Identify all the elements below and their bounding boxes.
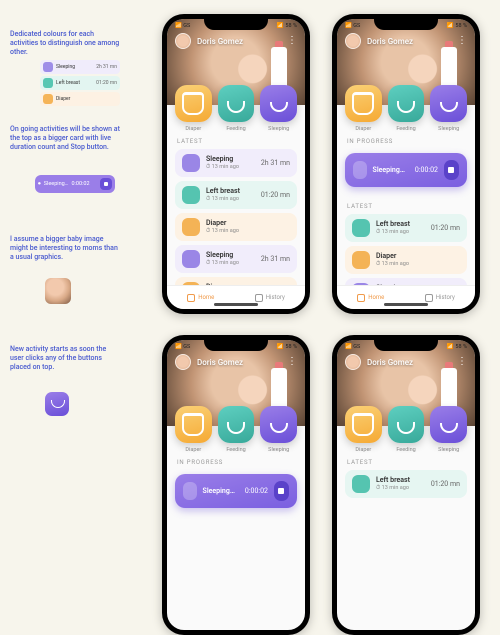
phone-mockup-d: 📶 GS 📶58 % Doris Gomez ⋮ Diaper Feeding … xyxy=(332,335,480,635)
menu-icon[interactable]: ⋮ xyxy=(457,36,467,46)
sleep-icon xyxy=(182,154,200,172)
live-activity-card[interactable]: Sleeping… 0:00:02 xyxy=(345,153,467,187)
menu-icon[interactable]: ⋮ xyxy=(287,357,297,367)
notch xyxy=(374,19,438,30)
feed-icon xyxy=(352,219,370,237)
action-sleeping-button[interactable]: Sleeping xyxy=(260,85,297,122)
action-sleeping-button[interactable]: Sleeping xyxy=(430,85,467,122)
action-diaper-button[interactable]: Diaper xyxy=(345,85,382,122)
annotation-colors-sample: Sleeping2h 31 mn Left breast01:20 mn Dia… xyxy=(40,60,120,108)
action-diaper-button[interactable]: Diaper xyxy=(175,406,212,443)
list-item[interactable]: Sleeping⏱ 13 min ago2h 31 mn xyxy=(175,149,297,177)
avatar[interactable] xyxy=(175,33,191,49)
avatar[interactable] xyxy=(345,33,361,49)
stop-button[interactable] xyxy=(274,481,289,501)
action-sleeping-button[interactable]: Sleeping xyxy=(260,406,297,443)
tab-home[interactable]: Home xyxy=(187,294,214,302)
diaper-icon xyxy=(352,251,370,269)
user-name: Doris Gomez xyxy=(367,37,413,46)
annotation-action-sample xyxy=(45,392,69,416)
stop-button[interactable] xyxy=(444,160,459,180)
annotation-new-activity: New activity starts as soon the user cli… xyxy=(10,345,120,372)
section-latest: LATEST xyxy=(337,187,475,214)
diaper-icon xyxy=(182,218,200,236)
list-item[interactable]: Sleeping⏱ 13 min ago2h 31 mn xyxy=(175,245,297,273)
action-feeding-button[interactable]: Feeding xyxy=(218,406,255,443)
avatar[interactable] xyxy=(175,354,191,370)
notch xyxy=(374,340,438,351)
sleep-icon xyxy=(183,482,197,500)
sleep-icon xyxy=(182,250,200,268)
home-indicator xyxy=(384,303,428,306)
phone-mockup-c: 📶 GS 📶58 % Doris Gomez ⋮ Diaper Feeding … xyxy=(162,335,310,635)
phone-mockup-inprogress: 📶 GS 📶58 % Doris Gomez ⋮ Diaper Feeding … xyxy=(332,14,480,314)
avatar[interactable] xyxy=(345,354,361,370)
annotation-baby-image: I assume a bigger baby image might be in… xyxy=(10,235,120,262)
menu-icon[interactable]: ⋮ xyxy=(457,357,467,367)
home-indicator xyxy=(214,303,258,306)
list-item[interactable]: Left breast⏱ 13 min ago01:20 mn xyxy=(175,181,297,209)
annotation-live-sample: ⏺Sleeping…0:00:02 xyxy=(35,175,115,193)
menu-icon[interactable]: ⋮ xyxy=(287,36,297,46)
feed-icon xyxy=(352,475,370,493)
annotation-colors: Dedicated colours for each activities to… xyxy=(10,30,120,57)
user-name: Doris Gomez xyxy=(197,358,243,367)
tab-history[interactable]: History xyxy=(255,294,285,302)
action-sleeping-button[interactable]: Sleeping xyxy=(430,406,467,443)
annotation-live-card: On going activities will be shown at the… xyxy=(10,125,120,152)
tab-home[interactable]: Home xyxy=(357,294,384,302)
list-item[interactable]: Left breast⏱ 13 min ago01:20 mn xyxy=(345,470,467,498)
feed-icon xyxy=(182,186,200,204)
action-diaper-button[interactable]: Diaper xyxy=(345,406,382,443)
user-name: Doris Gomez xyxy=(367,358,413,367)
action-feeding-button[interactable]: Feeding xyxy=(388,406,425,443)
notch xyxy=(204,19,268,30)
notch xyxy=(204,340,268,351)
sleep-icon xyxy=(353,161,367,179)
list-item[interactable]: Diaper⏱ 13 min ago xyxy=(345,246,467,274)
user-name: Doris Gomez xyxy=(197,37,243,46)
live-activity-card[interactable]: Sleeping… 0:00:02 xyxy=(175,474,297,508)
list-item[interactable]: Diaper⏱ 13 min ago xyxy=(175,213,297,241)
phone-mockup-latest: 📶 GS 📶58 % Doris Gomez ⋮ Diaper Feeding … xyxy=(162,14,310,314)
activity-list: Sleeping⏱ 13 min ago2h 31 mn Left breast… xyxy=(167,149,305,305)
activity-list: Left breast⏱ 13 min ago01:20 mn xyxy=(337,470,475,498)
action-feeding-button[interactable]: Feeding xyxy=(218,85,255,122)
action-feeding-button[interactable]: Feeding xyxy=(388,85,425,122)
annotation-baby-sample xyxy=(45,278,71,304)
tab-history[interactable]: History xyxy=(425,294,455,302)
action-diaper-button[interactable]: Diaper xyxy=(175,85,212,122)
list-item[interactable]: Left breast⏱ 13 min ago01:20 mn xyxy=(345,214,467,242)
